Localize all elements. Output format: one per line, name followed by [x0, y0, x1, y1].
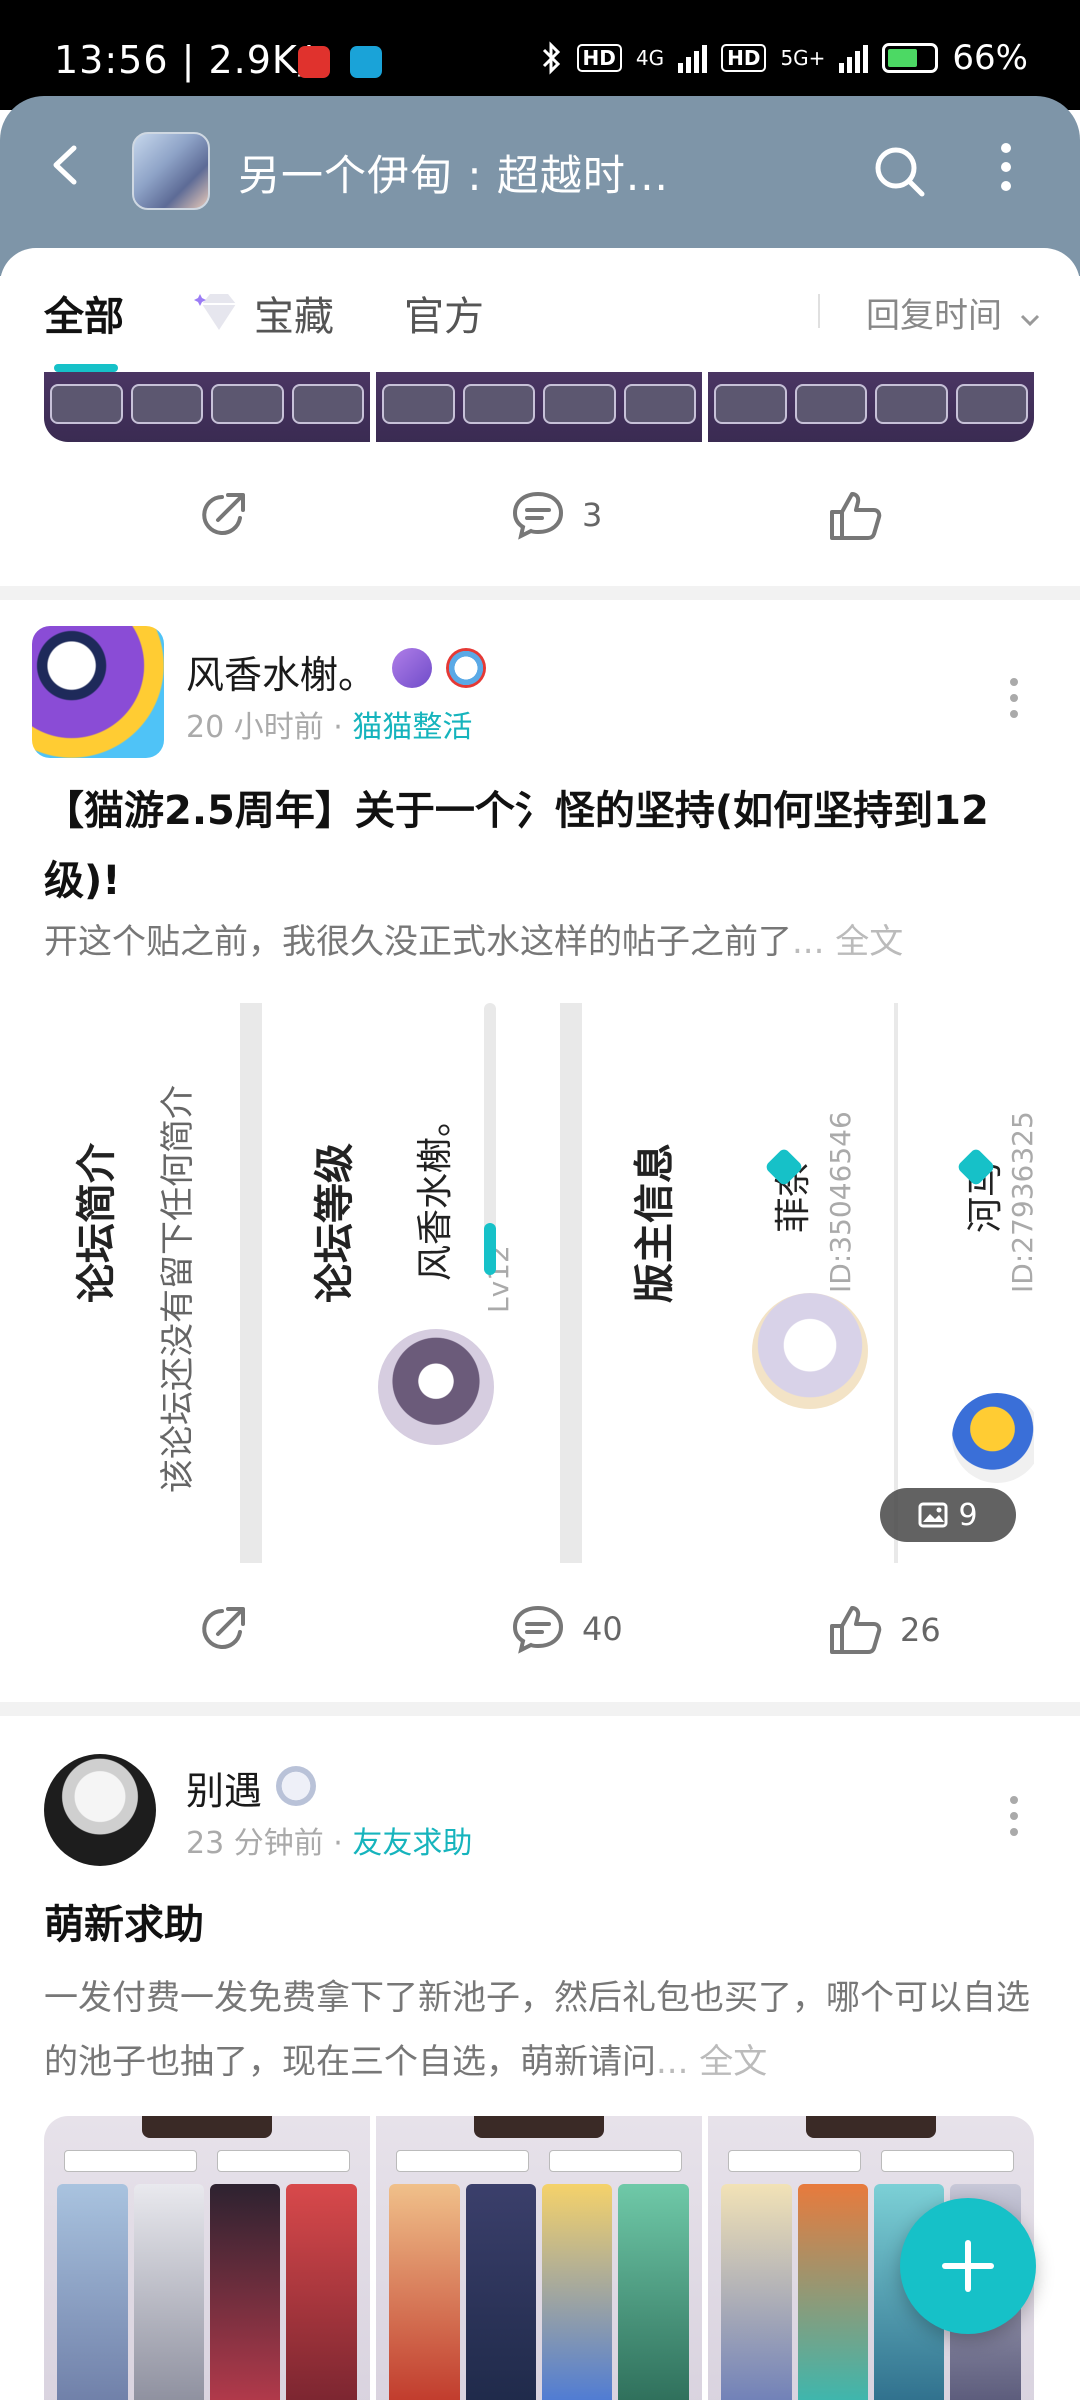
image-count-badge: 9	[880, 1488, 1016, 1542]
level-progress-fill	[484, 1223, 496, 1275]
more-icon[interactable]	[996, 142, 1016, 192]
post-actions: 3	[0, 488, 1080, 568]
share-button[interactable]	[196, 488, 250, 542]
moderator-2-id: ID:27936325	[1006, 1111, 1034, 1293]
like-button[interactable]: 26	[826, 1602, 941, 1658]
post-more-icon[interactable]	[1008, 1794, 1020, 1838]
read-more-link[interactable]: ... 全文	[656, 2042, 767, 2082]
moderator-title: 版主信息	[632, 1143, 678, 1303]
post-excerpt[interactable]: 一发付费一发免费拿下了新池子，然后礼包也买了，哪个可以自选的池子也抽了，现在三个…	[44, 1966, 1044, 2094]
post-title[interactable]: 萌新求助	[44, 1890, 1044, 1960]
share-icon	[202, 1607, 245, 1649]
forum-intro-text: 该论坛还没有留下任何简介	[158, 1085, 198, 1493]
app-notification-icon	[350, 46, 382, 78]
post-time: 20 小时前	[186, 710, 324, 745]
image-count: 9	[958, 1497, 978, 1533]
network-type-2: 5G+	[780, 46, 826, 70]
network-type-1: 4G	[635, 46, 665, 70]
post-title[interactable]: 【猫游2.5周年】关于一个氵怪的坚持(如何坚持到12级)!	[44, 776, 1044, 916]
level-user-avatar	[378, 1329, 494, 1445]
post-time: 23 分钟前	[186, 1826, 324, 1861]
bluetooth-icon	[542, 41, 560, 75]
post-image-strip[interactable]	[44, 372, 1034, 442]
moderator-1-id: ID:35046546	[824, 1111, 857, 1293]
comment-icon	[512, 1605, 564, 1654]
new-post-button[interactable]	[900, 2198, 1036, 2334]
forum-intro-title: 论坛简介	[74, 1143, 120, 1303]
share-button[interactable]	[196, 1602, 250, 1656]
like-count: 26	[900, 1611, 941, 1649]
post-username[interactable]: 风香水榭。	[186, 644, 376, 699]
status-bar: 13:56 | 2.9K/s HD 4G HD 5G+ 66%	[0, 0, 1080, 110]
post-username[interactable]: 别遇	[186, 1760, 262, 1815]
level-user-name: 风香水榭。	[415, 1100, 456, 1281]
search-icon[interactable]	[872, 144, 928, 200]
post-separator	[0, 586, 1080, 600]
filter-tabs: 全部 宝藏 官方 回复时间	[0, 248, 1080, 372]
post-image[interactable]	[376, 2116, 702, 2400]
avatar[interactable]	[32, 626, 164, 758]
game-avatar[interactable]	[132, 132, 210, 210]
netease-icon	[298, 46, 330, 78]
image-icon	[918, 1502, 948, 1528]
post-category[interactable]: 友友求助	[352, 1826, 472, 1861]
hd-badge-2: HD	[721, 44, 767, 72]
back-icon[interactable]	[42, 140, 92, 190]
post-actions: 40 26	[0, 1602, 1080, 1682]
battery-percent: 66%	[952, 38, 1028, 78]
signal-bars-icon-2	[839, 43, 869, 73]
divider	[240, 1003, 262, 1563]
post-more-icon[interactable]	[1008, 676, 1020, 720]
sort-dropdown[interactable]: 回复时间	[866, 288, 1041, 337]
battery-icon	[882, 43, 939, 73]
moderator-avatar	[952, 1393, 1034, 1483]
comment-count: 40	[582, 1610, 623, 1648]
status-indicators: HD 4G HD 5G+ 66%	[541, 38, 1028, 78]
share-icon	[202, 493, 245, 535]
post-image[interactable]	[376, 372, 702, 442]
moderator-avatar	[752, 1293, 868, 1409]
post-image[interactable]	[708, 372, 1034, 442]
post-image[interactable]	[44, 2116, 370, 2400]
content-sheet: 全部 宝藏 官方 回复时间 3 风香水榭。 20 小时前 · 猫猫整活 【猫游2…	[0, 248, 1080, 2400]
post-category[interactable]: 猫猫整活	[352, 710, 472, 745]
comment-count: 3	[582, 496, 603, 534]
level-badge-icon	[392, 648, 432, 688]
signal-bars-icon	[678, 43, 708, 73]
like-button[interactable]	[826, 488, 884, 544]
thumbs-up-icon	[830, 492, 882, 540]
post-meta: 23 分钟前 · 友友求助	[186, 1826, 473, 1861]
read-more-link[interactable]: ... 全文	[792, 922, 903, 962]
divider	[894, 1003, 898, 1563]
post-image[interactable]	[44, 372, 370, 442]
sort-label: 回复时间	[866, 296, 1002, 336]
tab-active-indicator	[54, 364, 118, 372]
divider	[560, 1003, 582, 1563]
chevron-down-icon	[1020, 314, 1039, 327]
comment-button[interactable]: 40	[510, 1602, 623, 1656]
post-excerpt[interactable]: 开这个贴之前，我很久没正式水这样的帖子之前了... 全文	[44, 910, 1044, 974]
comment-button[interactable]: 3	[510, 488, 602, 542]
hd-badge: HD	[576, 44, 622, 72]
tab-all[interactable]: 全部	[44, 284, 124, 342]
thumbs-up-icon	[830, 1606, 882, 1654]
tab-treasure[interactable]: 宝藏	[254, 284, 334, 342]
post-separator	[0, 1702, 1080, 1716]
post-image-strip[interactable]	[44, 2116, 1034, 2400]
divider	[818, 294, 820, 328]
diamond-icon	[194, 294, 236, 330]
status-time: 13:56 | 2.9K/s	[54, 38, 333, 82]
post-image[interactable]: 论坛简介 该论坛还没有留下任何简介 论坛等级 风香水榭。 Lv12 版主信息 菲…	[44, 1003, 1034, 1573]
level-badge-icon	[276, 1766, 316, 1806]
forum-level-title: 论坛等级	[312, 1143, 358, 1303]
medal-icon	[446, 648, 486, 688]
post-excerpt-text: 一发付费一发免费拿下了新池子，然后礼包也买了，哪个可以自选的池子也抽了，现在三个…	[44, 1978, 1030, 2082]
tab-official[interactable]: 官方	[404, 284, 484, 342]
post-excerpt-text: 开这个贴之前，我很久没正式水这样的帖子之前了	[44, 922, 792, 962]
comment-icon	[512, 491, 564, 540]
post-meta: 20 小时前 · 猫猫整活	[186, 710, 473, 745]
page-title: 另一个伊甸 : 超越时...	[238, 151, 669, 200]
avatar[interactable]	[44, 1754, 156, 1866]
